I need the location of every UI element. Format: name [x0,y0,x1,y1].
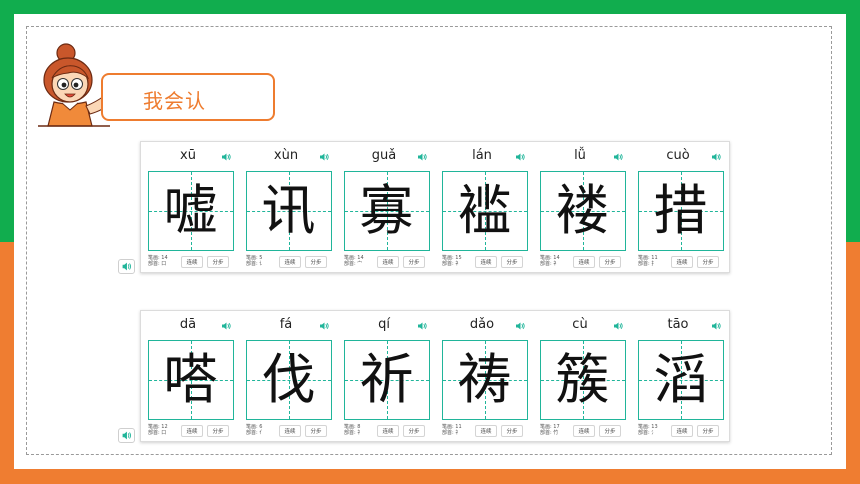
section-title-box: 我会认 [101,73,275,121]
speaker-icon[interactable] [417,321,427,331]
tian-zi-grid: 祷 [442,340,528,420]
stroke-info: 笔画: 14 部首: 衤 [540,255,560,267]
character-cell: cuò 措 笔画: 11 部首: 扌 连续 分步 [631,142,729,272]
continuous-button[interactable]: 连续 [475,425,497,437]
hanzi-character: 褛 [555,179,610,242]
hanzi-character: 祷 [457,348,512,411]
speaker-icon[interactable] [613,152,623,162]
tian-zi-grid: 祈 [344,340,430,420]
character-cell: lán 褴 笔画: 15 部首: 衤 连续 分步 [435,142,533,272]
continuous-button[interactable]: 连续 [279,256,301,268]
hanzi-character: 寡 [359,179,414,242]
speaker-icon[interactable] [221,152,231,162]
play-all-speaker-icon[interactable] [118,259,135,274]
continuous-button[interactable]: 连续 [377,425,399,437]
tian-zi-grid: 褛 [540,171,626,251]
hanzi-character: 祈 [359,348,414,411]
tian-zi-grid: 措 [638,171,724,251]
stroke-info: 笔画: 5 部首: 讠 [246,255,265,267]
speaker-icon[interactable] [711,152,721,162]
step-button[interactable]: 分步 [599,256,621,268]
hanzi-character: 伐 [261,348,316,411]
stroke-info: 笔画: 14 部首: 宀 [344,255,364,267]
step-button[interactable]: 分步 [207,256,229,268]
character-cell: cù 簇 笔画: 17 部首: 竹 连续 分步 [533,311,631,441]
speaker-icon[interactable] [711,321,721,331]
speaker-icon[interactable] [515,152,525,162]
step-button[interactable]: 分步 [207,425,229,437]
tian-zi-grid: 簇 [540,340,626,420]
hanzi-character: 滔 [653,348,708,411]
stroke-info: 笔画: 15 部首: 衤 [442,255,462,267]
tian-zi-grid: 嘘 [148,171,234,251]
continuous-button[interactable]: 连续 [671,425,693,437]
play-all-speaker-icon[interactable] [118,428,135,443]
continuous-button[interactable]: 连续 [279,425,301,437]
step-button[interactable]: 分步 [501,425,523,437]
stroke-info: 笔画: 11 部首: 扌 [638,255,658,267]
speaker-icon[interactable] [515,321,525,331]
step-button[interactable]: 分步 [305,425,327,437]
step-button[interactable]: 分步 [305,256,327,268]
tian-zi-grid: 褴 [442,171,528,251]
stroke-info: 笔画: 6 部首: 亻 [246,424,265,436]
step-button[interactable]: 分步 [403,425,425,437]
step-button[interactable]: 分步 [599,425,621,437]
hanzi-character: 讯 [261,179,316,242]
character-cell: tāo 滔 笔画: 13 部首: 氵 连续 分步 [631,311,729,441]
continuous-button[interactable]: 连续 [671,256,693,268]
stroke-info: 笔画: 12 部首: 口 [148,424,168,436]
speaker-icon[interactable] [417,152,427,162]
character-cell: dā 嗒 笔画: 12 部首: 口 连续 分步 [141,311,239,441]
speaker-icon[interactable] [319,152,329,162]
hanzi-character: 嗒 [163,348,218,411]
tian-zi-grid: 伐 [246,340,332,420]
tian-zi-grid: 滔 [638,340,724,420]
character-card-row-2: dā 嗒 笔画: 12 部首: 口 连续 分步 fá 伐 笔画: 6 部首: 亻 连… [140,310,730,442]
hanzi-character: 嘘 [163,179,218,242]
character-cell: dǎo 祷 笔画: 11 部首: 礻 连续 分步 [435,311,533,441]
character-cell: lǚ 褛 笔画: 14 部首: 衤 连续 分步 [533,142,631,272]
speaker-icon[interactable] [221,321,231,331]
character-cell: guǎ 寡 笔画: 14 部首: 宀 连续 分步 [337,142,435,272]
continuous-button[interactable]: 连续 [475,256,497,268]
character-cell: xùn 讯 笔画: 5 部首: 讠 连续 分步 [239,142,337,272]
hanzi-character: 措 [653,179,708,242]
stroke-info: 笔画: 14 部首: 口 [148,255,168,267]
step-button[interactable]: 分步 [697,256,719,268]
step-button[interactable]: 分步 [501,256,523,268]
continuous-button[interactable]: 连续 [377,256,399,268]
step-button[interactable]: 分步 [403,256,425,268]
character-cell: fá 伐 笔画: 6 部首: 亻 连续 分步 [239,311,337,441]
tian-zi-grid: 嗒 [148,340,234,420]
stroke-info: 笔画: 8 部首: 礻 [344,424,363,436]
tian-zi-grid: 寡 [344,171,430,251]
step-button[interactable]: 分步 [697,425,719,437]
continuous-button[interactable]: 连续 [573,256,595,268]
speaker-icon[interactable] [319,321,329,331]
section-title: 我会认 [143,89,206,113]
continuous-button[interactable]: 连续 [181,425,203,437]
speaker-icon[interactable] [613,321,623,331]
stroke-info: 笔画: 13 部首: 氵 [638,424,658,436]
hanzi-character: 簇 [555,348,610,411]
character-cell: xū 嘘 笔画: 14 部首: 口 连续 分步 [141,142,239,272]
tian-zi-grid: 讯 [246,171,332,251]
stroke-info: 笔画: 11 部首: 礻 [442,424,462,436]
character-card-row-1: xū 嘘 笔画: 14 部首: 口 连续 分步 xùn 讯 笔画: 5 部首: 讠 … [140,141,730,273]
continuous-button[interactable]: 连续 [573,425,595,437]
character-cell: qí 祈 笔画: 8 部首: 礻 连续 分步 [337,311,435,441]
continuous-button[interactable]: 连续 [181,256,203,268]
stroke-info: 笔画: 17 部首: 竹 [540,424,560,436]
hanzi-character: 褴 [457,179,512,242]
